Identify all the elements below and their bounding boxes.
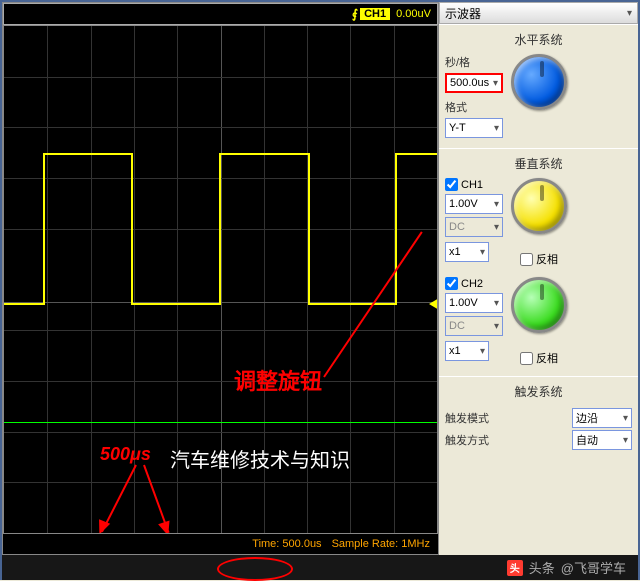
footer-timebase: Time: 500.0us: [252, 538, 321, 550]
footer-sample-rate: Sample Rate: 1MHz: [332, 538, 430, 550]
sec-per-div-select[interactable]: 500.0us▾: [445, 73, 503, 93]
ch1-checkbox[interactable]: CH1: [445, 178, 503, 191]
vertical-system-section: 垂直系统 CH1 1.00V▾ DC▾ x1▾ 反相 CH2: [439, 148, 638, 376]
ch1-probe-select[interactable]: x1▾: [445, 242, 489, 262]
ch1-knob[interactable]: [511, 178, 567, 234]
control-panel: 示波器 ▾ 水平系统 秒/格 500.0us▾ 格式 Y-T▾ 垂直系统 CH1…: [439, 2, 638, 555]
attribution-prefix: 头条: [529, 558, 555, 577]
trigger-sweep-select[interactable]: 自动▾: [572, 430, 632, 450]
horizontal-knob[interactable]: [511, 54, 567, 110]
trigger-mode-select[interactable]: 边沿▾: [572, 408, 632, 428]
trigger-mode-label: 触发模式: [445, 410, 495, 426]
trigger-sweep-label: 触发方式: [445, 432, 495, 448]
horizontal-system-section: 水平系统 秒/格 500.0us▾ 格式 Y-T▾: [439, 24, 638, 148]
trigger-marker: [429, 298, 438, 310]
panel-header[interactable]: 示波器 ▾: [439, 2, 638, 24]
ch2-checkbox[interactable]: CH2: [445, 277, 503, 290]
format-select[interactable]: Y-T▾: [445, 118, 503, 138]
panel-title: 示波器: [445, 5, 481, 22]
ch2-invert-checkbox[interactable]: 反相: [520, 350, 558, 366]
annotation-watermark: 汽车维修技术与知识: [170, 444, 350, 473]
ch1-invert-checkbox[interactable]: 反相: [520, 251, 558, 267]
oscilloscope-display: ⨐ CH1 0.00uV 调整旋钮 500μs 汽车维修技术与知识: [2, 2, 439, 555]
section-title-trigger: 触发系统: [445, 381, 632, 406]
scope-footer: Time: 500.0us Sample Rate: 1MHz: [3, 534, 438, 554]
ch2-waveform: [4, 422, 437, 423]
waveform-screen[interactable]: 调整旋钮 500μs 汽车维修技术与知识: [3, 25, 438, 534]
channel-value: 0.00uV: [396, 8, 431, 20]
ch2-coupling-select[interactable]: DC▾: [445, 316, 503, 336]
ch1-coupling-select[interactable]: DC▾: [445, 217, 503, 237]
ch2-knob[interactable]: [511, 277, 567, 333]
channel-badge: CH1: [360, 8, 390, 20]
ch1-volt-select[interactable]: 1.00V▾: [445, 194, 503, 214]
attribution-bar: 头 头条 @飞哥学车: [2, 555, 638, 580]
annotation-time-value: 500μs: [100, 444, 151, 465]
trigger-edge-icon: ⨐: [352, 7, 358, 21]
section-title-horizontal: 水平系统: [445, 29, 632, 54]
chevron-down-icon[interactable]: ▾: [627, 8, 632, 19]
section-title-vertical: 垂直系统: [445, 153, 632, 178]
ch2-volt-select[interactable]: 1.00V▾: [445, 293, 503, 313]
scope-header: ⨐ CH1 0.00uV: [3, 3, 438, 25]
attribution-author: @飞哥学车: [561, 558, 626, 577]
sec-per-div-label: 秒/格: [445, 54, 503, 70]
toutiao-icon: 头: [507, 560, 523, 576]
ch2-probe-select[interactable]: x1▾: [445, 341, 489, 361]
format-label: 格式: [445, 99, 503, 115]
annotation-knob-label: 调整旋钮: [234, 364, 322, 396]
trigger-system-section: 触发系统 触发模式 边沿▾ 触发方式 自动▾: [439, 376, 638, 462]
